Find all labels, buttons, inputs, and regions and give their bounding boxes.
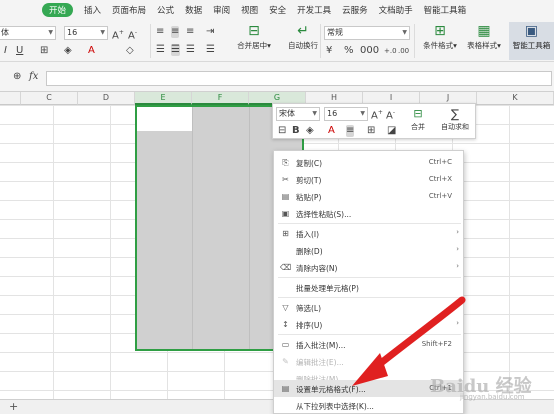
arrow-shaft	[368, 296, 466, 374]
watermark-url: jingyan.baidu.com	[460, 393, 525, 401]
annotation-arrow	[352, 296, 466, 386]
